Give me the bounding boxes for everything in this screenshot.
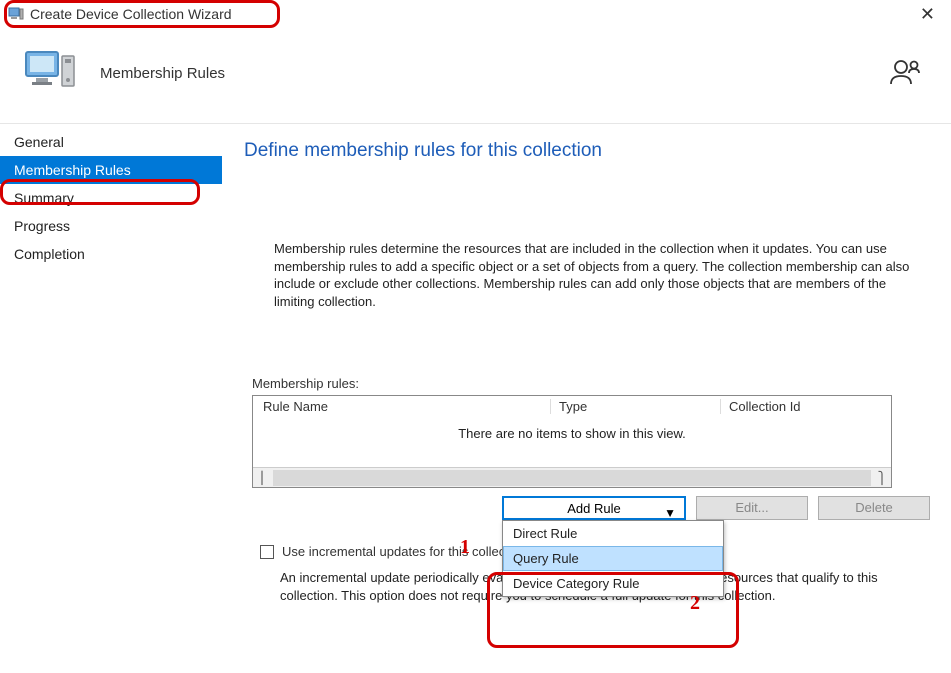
rules-grid: Rule Name Type Collection Id There are n… (252, 395, 892, 488)
sidebar-item-general[interactable]: General (0, 128, 222, 156)
window-title: Create Device Collection Wizard (30, 6, 232, 22)
wizard-sidebar: General Membership Rules Summary Progres… (0, 124, 222, 669)
page-title: Membership Rules (100, 65, 225, 82)
dropdown-item-query-rule[interactable]: Query Rule (503, 546, 723, 571)
column-collection-id[interactable]: Collection Id (721, 399, 891, 414)
main-description: Membership rules determine the resources… (274, 240, 914, 310)
sidebar-item-completion[interactable]: Completion (0, 240, 222, 268)
incremental-updates-checkbox[interactable] (260, 545, 274, 559)
scroll-left-icon[interactable]: ⎪ (253, 471, 271, 485)
app-icon (8, 6, 24, 22)
users-header-icon (889, 58, 923, 89)
scroll-right-icon[interactable]: ⎫ (873, 471, 891, 485)
rules-label: Membership rules: (252, 376, 951, 391)
scroll-track[interactable] (273, 470, 871, 486)
sidebar-item-summary[interactable]: Summary (0, 184, 222, 212)
wizard-header-icon (22, 48, 78, 99)
add-rule-button[interactable]: Add Rule ▼ (502, 496, 686, 520)
sidebar-item-membership-rules[interactable]: Membership Rules (0, 156, 222, 184)
column-rule-name[interactable]: Rule Name (261, 399, 551, 414)
dropdown-item-device-category-rule[interactable]: Device Category Rule (503, 571, 723, 596)
add-rule-dropdown: Direct Rule Query Rule Device Category R… (502, 520, 724, 597)
dropdown-item-direct-rule[interactable]: Direct Rule (503, 521, 723, 546)
incremental-updates-label: Use incremental updates for this collect… (282, 544, 526, 559)
grid-empty-text: There are no items to show in this view. (253, 418, 891, 467)
horizontal-scrollbar[interactable]: ⎪ ⎫ (253, 467, 891, 487)
sidebar-item-progress[interactable]: Progress (0, 212, 222, 240)
delete-button: Delete (818, 496, 930, 520)
edit-button: Edit... (696, 496, 808, 520)
close-button[interactable]: ✕ (914, 4, 941, 25)
column-type[interactable]: Type (551, 399, 721, 414)
add-rule-label: Add Rule (567, 501, 620, 516)
main-heading: Define membership rules for this collect… (244, 140, 951, 162)
